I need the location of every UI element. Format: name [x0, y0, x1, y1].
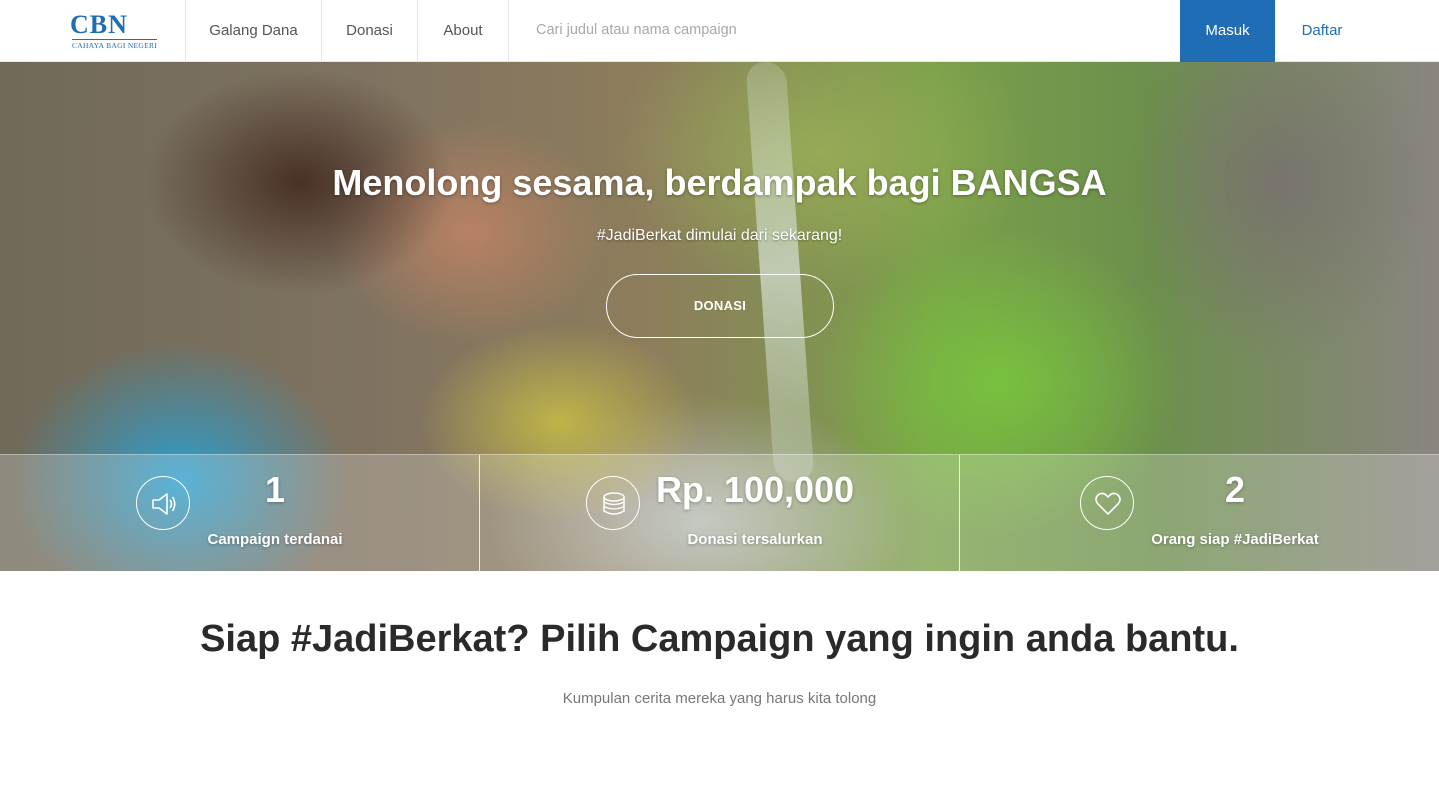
nav-divider	[508, 0, 509, 62]
hero-banner: Menolong sesama, berdampak bagi BANGSA #…	[0, 62, 1439, 571]
section-subtitle: Kumpulan cerita mereka yang harus kita t…	[562, 690, 877, 707]
top-navbar: CBN CAHAYA BAGI NEGERI Galang Dana Donas…	[0, 0, 1439, 62]
login-button[interactable]: Masuk	[1180, 0, 1275, 62]
donate-button[interactable]: DONASI	[606, 274, 834, 338]
hero-subtitle: #JadiBerkat dimulai dari sekarang!	[596, 227, 843, 244]
nav-link-donasi[interactable]: Donasi	[322, 0, 417, 62]
nav-link-galang-dana[interactable]: Galang Dana	[186, 0, 321, 62]
stat-label-donations: Donasi tersalurkan	[687, 531, 823, 548]
stat-label-supporters: Orang siap #JadiBerkat	[1151, 531, 1319, 548]
search-input[interactable]	[536, 18, 1036, 42]
stat-divider	[959, 455, 960, 571]
logo-subtext: CAHAYA BAGI NEGERI	[72, 39, 158, 50]
register-button[interactable]: Daftar	[1285, 0, 1359, 62]
stats-bar: 1 Campaign terdanai Rp. 100,000 Donasi t…	[0, 454, 1439, 571]
stat-value-campaigns: 1	[264, 469, 286, 510]
heart-icon	[1080, 476, 1134, 530]
nav-link-about[interactable]: About	[418, 0, 508, 62]
stat-value-donations: Rp. 100,000	[655, 469, 855, 510]
hero-title: Menolong sesama, berdampak bagi BANGSA	[332, 162, 1107, 203]
hero-background-image	[745, 62, 815, 482]
stat-divider	[479, 455, 480, 571]
stat-label-campaigns: Campaign terdanai	[207, 531, 343, 548]
stat-value-supporters: 2	[1224, 469, 1246, 510]
section-title: Siap #JadiBerkat? Pilih Campaign yang in…	[200, 618, 1239, 660]
logo-text: CBN	[70, 10, 128, 39]
cbn-logo[interactable]: CBN CAHAYA BAGI NEGERI	[70, 12, 170, 50]
